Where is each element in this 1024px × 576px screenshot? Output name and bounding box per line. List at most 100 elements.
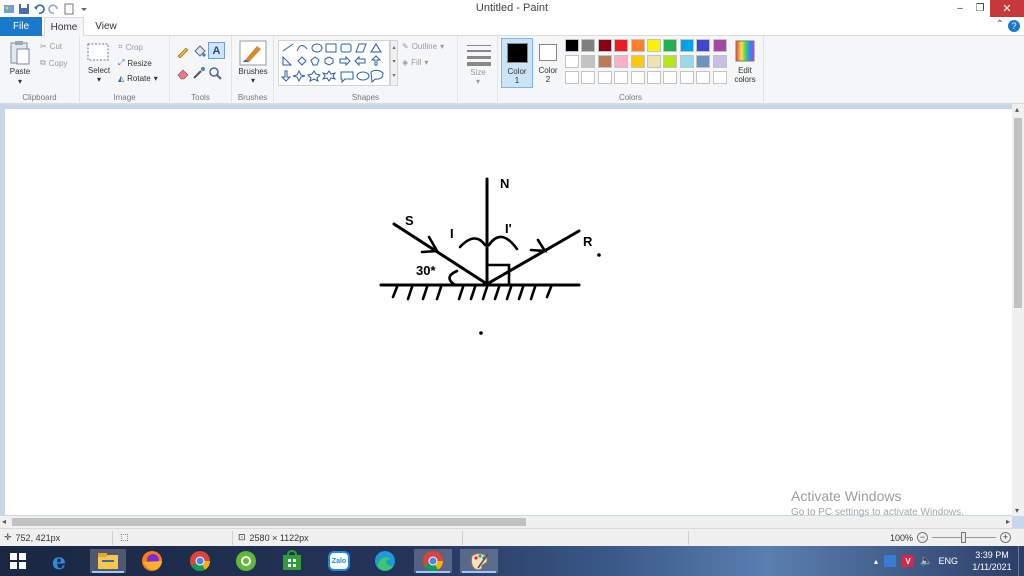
scroll-down-icon[interactable]: ▾ [1015,506,1019,515]
palette-swatch[interactable] [565,39,579,52]
eraser-icon[interactable] [176,66,190,80]
network-app-icon[interactable] [884,555,897,567]
collapse-ribbon-icon[interactable]: ⌃ [996,19,1004,30]
palette-swatch[interactable] [597,55,612,68]
edit-colors-button[interactable]: Edit colors [730,38,760,88]
palette-swatch[interactable] [647,39,661,52]
color-picker-icon[interactable] [192,66,206,80]
custom-color-slot[interactable] [597,71,612,84]
custom-color-slot[interactable] [565,71,579,84]
palette-swatch[interactable] [597,39,612,52]
show-hidden-icons[interactable]: ▴ [874,557,878,566]
scroll-left-icon[interactable]: ◂ [2,517,6,526]
palette-swatch[interactable] [565,55,579,68]
palette-swatch[interactable] [663,39,678,52]
help-icon[interactable]: ? [1008,20,1020,32]
chrome-icon[interactable] [188,549,212,573]
vietnamese-ime-icon[interactable]: V [902,555,915,567]
palette-swatch[interactable] [614,55,629,68]
palette-swatch[interactable] [581,39,596,52]
scroll-up-icon[interactable]: ▴ [1015,105,1019,114]
close-button[interactable]: ✕ [990,0,1024,17]
zoom-in-icon[interactable]: + [1000,532,1012,543]
custom-color-slot[interactable] [647,71,661,84]
zoom-out-icon[interactable]: − [917,532,929,543]
palette-swatch[interactable] [696,39,711,52]
coccoc-browser-icon[interactable] [234,549,258,573]
brushes-button[interactable]: Brushes ▾ [238,40,268,88]
palette-swatch[interactable] [647,55,661,68]
colors-group-label: Colors [618,93,643,102]
palette-swatch[interactable] [663,55,678,68]
custom-color-slot[interactable] [663,71,678,84]
internet-explorer-icon[interactable]: e [48,549,72,573]
palette-swatch[interactable] [679,39,694,52]
chrome-active-icon[interactable] [414,549,452,573]
pencil-icon[interactable] [176,44,190,58]
custom-color-slot[interactable] [679,71,694,84]
palette-swatch[interactable] [696,55,711,68]
crop-button[interactable]: ⌗ Crop [118,42,143,52]
scroll-right-icon[interactable]: ▸ [1006,517,1010,526]
zoom-slider-thumb[interactable] [961,532,967,543]
select-button[interactable]: Select ▾ [86,42,112,86]
cut-button[interactable]: ✂ Cut [40,42,62,51]
tab-file[interactable]: File [0,17,42,36]
zoom-slider[interactable] [932,532,997,543]
chevron-down-icon: ▾ [424,58,429,67]
drawing-canvas[interactable]: N S R I I' 30* [5,109,1012,515]
clock[interactable]: 3:39 PM 1/11/2021 [966,549,1018,573]
palette-swatch[interactable] [614,39,629,52]
outline-button[interactable]: ✎ Outline ▾ [402,42,444,51]
windows-start-icon[interactable] [6,549,30,573]
file-explorer-icon[interactable] [90,549,126,573]
custom-color-slot[interactable] [696,71,711,84]
store-icon[interactable] [280,549,304,573]
palette-swatch[interactable] [712,55,727,68]
brush-icon [239,40,267,66]
palette-swatch[interactable] [712,39,727,52]
selection-icon: ⬚ [120,532,129,542]
custom-color-slot[interactable] [581,71,596,84]
color2-number: 2 [545,75,551,84]
chevron-down-icon: ▾ [96,75,101,84]
text-tool-icon[interactable]: A [208,42,225,59]
firefox-icon[interactable] [140,549,164,573]
volume-icon[interactable]: 🔈 [920,556,932,567]
edge-icon[interactable] [373,549,397,573]
custom-color-slot[interactable] [614,71,629,84]
shapes-gallery[interactable] [278,40,390,86]
fill-button[interactable]: ◈ Fill ▾ [402,58,428,67]
canvas-size: ⊡ 2580 × 1122px [238,532,309,543]
fill-bucket-icon[interactable] [192,44,206,58]
magnifier-icon[interactable] [208,66,222,80]
show-desktop-button[interactable] [1018,546,1024,576]
color1-button[interactable]: Color 1 [501,38,533,88]
language-indicator[interactable]: ENG [938,556,958,566]
color2-button[interactable]: Color 2 [535,38,561,88]
minimize-button[interactable]: ‒ [950,0,970,17]
tab-home[interactable]: Home [44,17,84,36]
zoom-control: 100% − + [890,532,1012,543]
palette-swatch[interactable] [630,55,645,68]
size-lines-icon[interactable] [466,42,492,66]
palette-swatch[interactable] [630,39,645,52]
shapes-scroll[interactable]: ▴ ▾ ▾ [390,40,398,86]
tab-view[interactable]: View [88,17,124,36]
paint-taskbar-icon[interactable] [460,549,498,573]
copy-label: Copy [48,58,68,68]
resize-button[interactable]: ⤢ Resize [118,58,152,68]
rotate-button[interactable]: ◭ Rotate ▾ [118,74,158,83]
restore-button[interactable]: ❐ [970,0,990,17]
vertical-scroll-thumb[interactable] [1014,118,1022,308]
horizontal-scroll-thumb[interactable] [12,518,526,526]
custom-color-slot[interactable] [630,71,645,84]
paste-button[interactable]: Paste ▾ [8,40,32,88]
custom-color-slot[interactable] [712,71,727,84]
palette-swatch[interactable] [679,55,694,68]
zalo-icon[interactable]: Zalo [327,549,351,573]
select-label: Select [87,66,111,75]
copy-button[interactable]: ⧉ Copy [40,58,67,68]
vertical-scrollbar[interactable]: ▴ ▾ [1012,104,1024,516]
palette-swatch[interactable] [581,55,596,68]
